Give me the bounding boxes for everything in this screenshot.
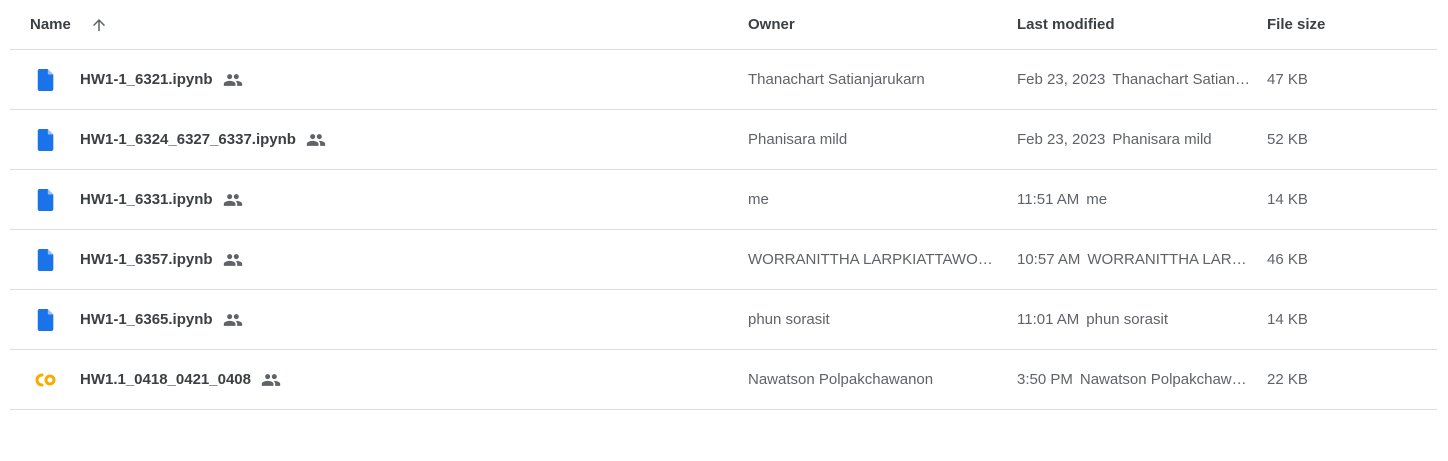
modified-by: Phanisara mild (1112, 131, 1212, 148)
file-name-cell: HW1-1_6365.ipynb (30, 290, 730, 349)
file-size: 22 KB (1267, 371, 1308, 388)
file-name[interactable]: HW1-1_6357.ipynb (80, 251, 213, 268)
owner-name: Thanachart Satianjarukarn (748, 71, 925, 88)
shared-people-icon (223, 310, 243, 330)
file-list-table: Name Owner Last modified File size HW1-1… (10, 0, 1437, 410)
file-name[interactable]: HW1-1_6365.ipynb (80, 311, 213, 328)
last-modified-cell: 11:01 AM phun sorasit (1017, 290, 1252, 349)
file-row[interactable]: HW1-1_6331.ipynb me 11:51 AM me 14 KB (10, 170, 1437, 230)
shared-people-icon (261, 370, 281, 390)
last-modified-cell: Feb 23, 2023 Phanisara mild (1017, 110, 1252, 169)
file-size-cell: 14 KB (1267, 290, 1387, 349)
owner-name: Phanisara mild (748, 131, 848, 148)
file-size: 46 KB (1267, 251, 1308, 268)
modified-date: 11:51 AM (1017, 191, 1080, 208)
modified-by: me (1086, 191, 1108, 208)
file-size-column-header[interactable]: File size (1267, 0, 1387, 49)
name-column-label: Name (30, 16, 71, 33)
modified-date: Feb 23, 2023 (1017, 71, 1106, 88)
file-size: 52 KB (1267, 131, 1308, 148)
last-modified-cell: Feb 23, 2023 Thanachart Satianjarukarn (1017, 50, 1252, 109)
modified-date: 10:57 AM (1017, 251, 1081, 268)
owner-cell: phun sorasit (748, 290, 998, 349)
file-size: 14 KB (1267, 311, 1308, 328)
arrow-up-icon (92, 18, 105, 31)
owner-name: WORRANITTHA LARPKIATTAWONG (748, 251, 998, 268)
owner-name: me (748, 191, 769, 208)
owner-name: phun sorasit (748, 311, 830, 328)
file-size-cell: 47 KB (1267, 50, 1387, 109)
modified-by: phun sorasit (1086, 311, 1168, 328)
file-name[interactable]: HW1.1_0418_0421_0408 (80, 371, 251, 388)
file-size-cell: 22 KB (1267, 350, 1387, 409)
file-name-cell: HW1.1_0418_0421_0408 (30, 350, 730, 409)
owner-cell: Nawatson Polpakchawanon (748, 350, 998, 409)
owner-cell: Thanachart Satianjarukarn (748, 50, 998, 109)
doc-icon (34, 308, 58, 332)
modified-date: Feb 23, 2023 (1017, 131, 1106, 148)
owner-column-label: Owner (748, 16, 795, 33)
file-row[interactable]: HW1.1_0418_0421_0408 Nawatson Polpakchaw… (10, 350, 1437, 410)
shared-people-icon (223, 70, 243, 90)
doc-icon (34, 68, 58, 92)
file-name-cell: HW1-1_6321.ipynb (30, 50, 730, 109)
file-size-cell: 46 KB (1267, 230, 1387, 289)
owner-cell: WORRANITTHA LARPKIATTAWONG (748, 230, 998, 289)
doc-icon (34, 188, 58, 212)
last-modified-cell: 10:57 AM WORRANITTHA LARPKIATTAWONG (1017, 230, 1252, 289)
file-row[interactable]: HW1-1_6357.ipynb WORRANITTHA LARPKIATTAW… (10, 230, 1437, 290)
file-name-cell: HW1-1_6357.ipynb (30, 230, 730, 289)
last-modified-column-label: Last modified (1017, 16, 1115, 33)
shared-people-icon (306, 130, 326, 150)
file-size-cell: 14 KB (1267, 170, 1387, 229)
file-name[interactable]: HW1-1_6331.ipynb (80, 191, 213, 208)
modified-date: 11:01 AM (1017, 311, 1080, 328)
modified-by: Nawatson Polpakchawanon (1079, 371, 1252, 388)
file-size-cell: 52 KB (1267, 110, 1387, 169)
owner-column-header[interactable]: Owner (748, 0, 998, 49)
sort-ascending-button[interactable] (87, 13, 111, 37)
file-list-header: Name Owner Last modified File size (10, 0, 1437, 50)
file-name-cell: HW1-1_6324_6327_6337.ipynb (30, 110, 730, 169)
colab-icon (34, 368, 58, 392)
last-modified-column-header[interactable]: Last modified (1017, 0, 1252, 49)
doc-icon (34, 128, 58, 152)
last-modified-cell: 3:50 PM Nawatson Polpakchawanon (1017, 350, 1252, 409)
shared-people-icon (223, 190, 243, 210)
modified-by: Thanachart Satianjarukarn (1112, 71, 1252, 88)
shared-people-icon (223, 250, 243, 270)
owner-cell: Phanisara mild (748, 110, 998, 169)
last-modified-cell: 11:51 AM me (1017, 170, 1252, 229)
modified-by: WORRANITTHA LARPKIATTAWONG (1087, 251, 1252, 268)
file-size-column-label: File size (1267, 16, 1326, 33)
file-name[interactable]: HW1-1_6321.ipynb (80, 71, 213, 88)
file-row[interactable]: HW1-1_6365.ipynb phun sorasit 11:01 AM p… (10, 290, 1437, 350)
owner-cell: me (748, 170, 998, 229)
file-size: 47 KB (1267, 71, 1308, 88)
name-column-header[interactable]: Name (30, 0, 730, 49)
file-row[interactable]: HW1-1_6321.ipynb Thanachart Satianjaruka… (10, 50, 1437, 110)
doc-icon (34, 248, 58, 272)
modified-date: 3:50 PM (1017, 371, 1073, 388)
owner-name: Nawatson Polpakchawanon (748, 371, 934, 388)
file-name[interactable]: HW1-1_6324_6327_6337.ipynb (80, 131, 296, 148)
file-name-cell: HW1-1_6331.ipynb (30, 170, 730, 229)
file-size: 14 KB (1267, 191, 1308, 208)
file-row[interactable]: HW1-1_6324_6327_6337.ipynb Phanisara mil… (10, 110, 1437, 170)
